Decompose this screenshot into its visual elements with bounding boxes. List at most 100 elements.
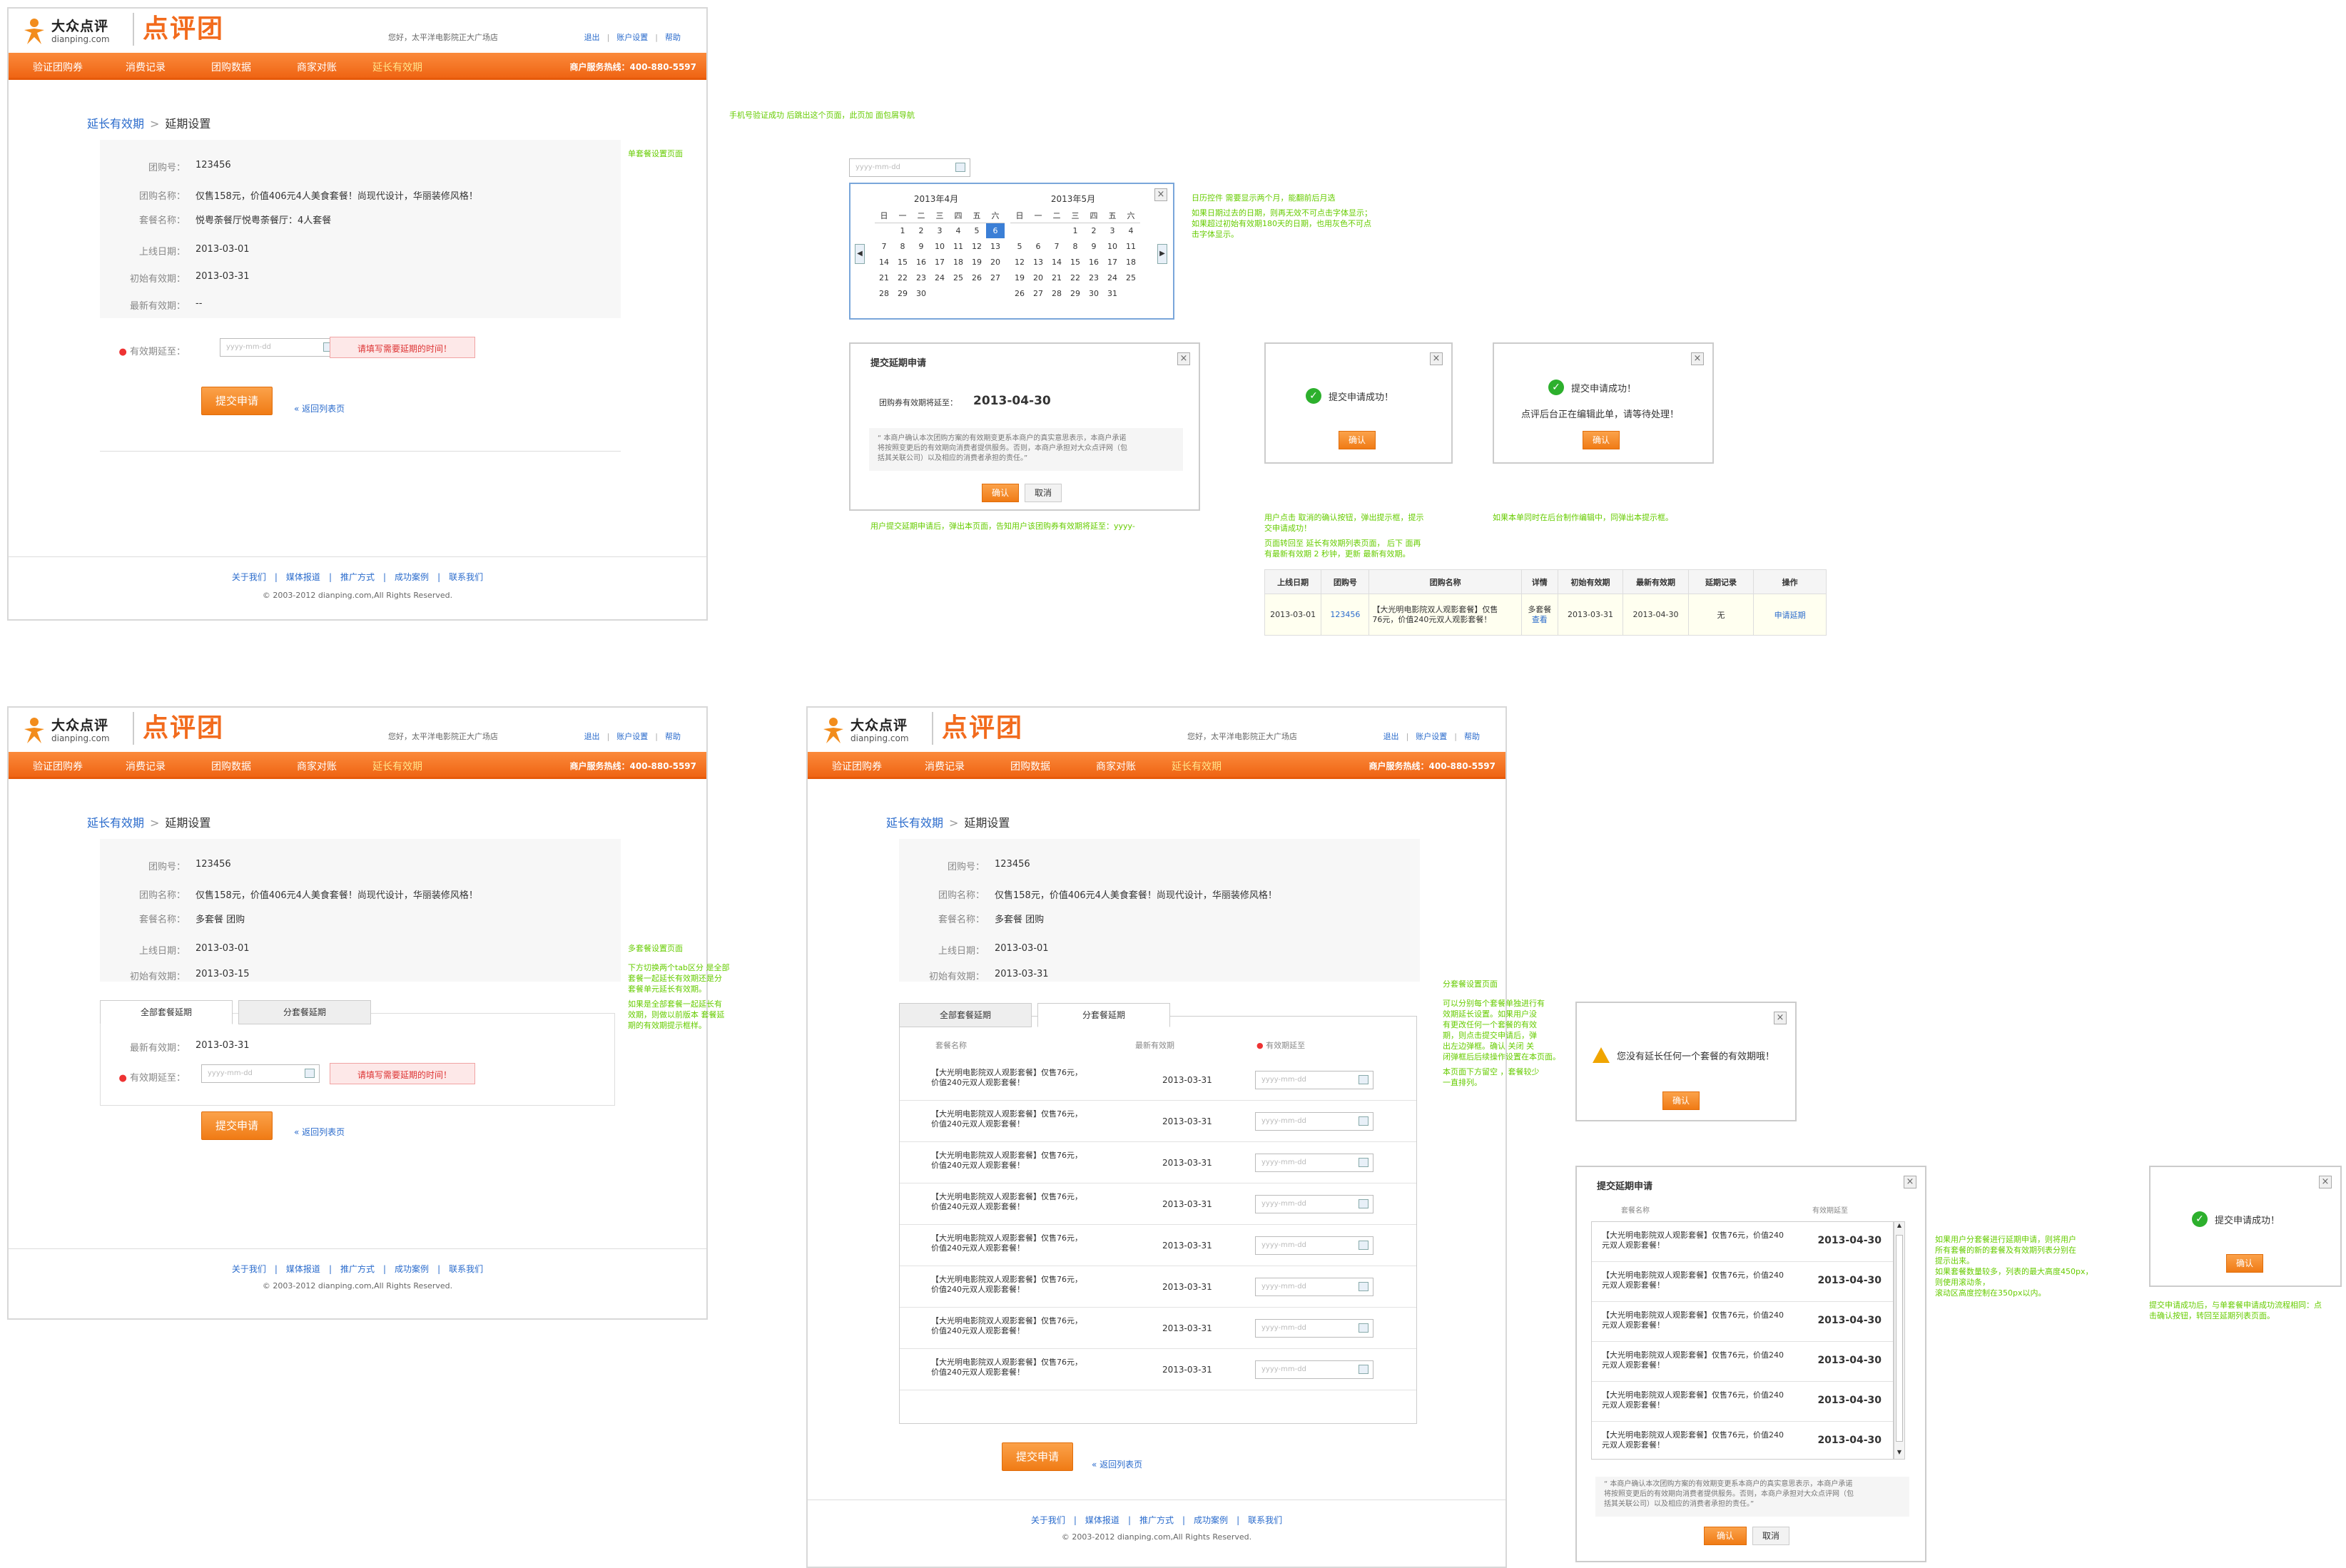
extend-date-input[interactable]: yyyy-mm-dd — [1255, 1112, 1373, 1131]
footer-contact[interactable]: 联系我们 — [1248, 1515, 1282, 1525]
calendar-day[interactable]: 2 — [1085, 223, 1103, 238]
calendar-day[interactable]: 19 — [968, 254, 986, 270]
logout-link[interactable]: 退出 — [584, 33, 600, 42]
calendar-icon[interactable] — [1359, 1323, 1368, 1333]
nav-records[interactable]: 消费记录 — [126, 60, 166, 74]
calendar-day[interactable]: 24 — [930, 270, 949, 285]
logout-link[interactable]: 退出 — [584, 732, 600, 741]
calendar-day[interactable]: 2 — [912, 223, 930, 238]
extend-date-input[interactable]: yyyy-mm-dd — [201, 1064, 320, 1083]
calendar-day[interactable]: 20 — [1029, 270, 1047, 285]
calendar-day[interactable]: 30 — [912, 285, 930, 301]
nav-verify[interactable]: 验证团购券 — [33, 60, 83, 74]
calendar-day[interactable]: 8 — [1066, 238, 1085, 254]
close-icon[interactable]: × — [2319, 1176, 2332, 1188]
calendar-day[interactable]: 20 — [986, 254, 1005, 270]
nav-records[interactable]: 消费记录 — [925, 759, 965, 773]
cell-id[interactable]: 123456 — [1321, 594, 1370, 636]
next-month-icon[interactable]: ▶ — [1157, 244, 1167, 264]
cancel-button[interactable]: 取消 — [1025, 484, 1062, 502]
calendar-icon[interactable] — [1359, 1241, 1368, 1250]
back-link[interactable]: « 返回列表页 — [294, 1126, 345, 1138]
close-icon[interactable]: × — [1691, 352, 1704, 365]
calendar-day[interactable]: 10 — [930, 238, 949, 254]
account-link[interactable]: 账户设置 — [1416, 732, 1447, 741]
calendar-icon[interactable] — [1359, 1199, 1368, 1208]
calendar-day[interactable]: 22 — [1066, 270, 1085, 285]
calendar-day[interactable]: 21 — [1047, 270, 1066, 285]
crumb-parent[interactable]: 延长有效期 — [87, 816, 144, 830]
extend-date-input[interactable]: yyyy-mm-dd — [1255, 1071, 1373, 1089]
calendar-icon[interactable] — [955, 163, 965, 172]
footer-media[interactable]: 媒体报道 — [286, 1264, 320, 1274]
calendar-day[interactable]: 5 — [968, 223, 986, 238]
calendar-day[interactable]: 13 — [986, 238, 1005, 254]
nav-verify[interactable]: 验证团购券 — [33, 759, 83, 773]
footer-media[interactable]: 媒体报道 — [1085, 1515, 1119, 1525]
scrollbar[interactable]: ▲ ▼ — [1894, 1221, 1905, 1460]
tab-all[interactable]: 全部套餐延期 — [899, 1003, 1032, 1027]
calendar-day[interactable]: 16 — [1085, 254, 1103, 270]
calendar-day[interactable]: 18 — [1122, 254, 1140, 270]
calendar-day[interactable]: 21 — [875, 270, 893, 285]
confirm-button[interactable]: 确认 — [1339, 431, 1376, 449]
calendar-day[interactable]: 14 — [1047, 254, 1066, 270]
calendar-icon[interactable] — [1359, 1158, 1368, 1167]
calendar-day[interactable]: 15 — [1066, 254, 1085, 270]
nav-records[interactable]: 消费记录 — [126, 759, 166, 773]
extend-date-input[interactable]: yyyy-mm-dd — [1255, 1195, 1373, 1213]
crumb-parent[interactable]: 延长有效期 — [886, 816, 943, 830]
calendar-day[interactable]: 3 — [930, 223, 949, 238]
footer-cases[interactable]: 成功案例 — [395, 572, 429, 582]
footer-media[interactable]: 媒体报道 — [286, 572, 320, 582]
calendar-day[interactable]: 25 — [949, 270, 968, 285]
footer-promo[interactable]: 推广方式 — [1139, 1515, 1174, 1525]
calendar-day[interactable]: 27 — [1029, 285, 1047, 301]
tab-sub[interactable]: 分套餐延期 — [238, 1000, 371, 1024]
footer-cases[interactable]: 成功案例 — [1194, 1515, 1228, 1525]
submit-button[interactable]: 提交申请 — [201, 1111, 273, 1140]
calendar-day[interactable]: 7 — [875, 238, 893, 254]
account-link[interactable]: 账户设置 — [616, 732, 648, 741]
confirm-button[interactable]: 确认 — [2226, 1254, 2263, 1273]
calendar-day[interactable]: 4 — [949, 223, 968, 238]
back-link[interactable]: « 返回列表页 — [294, 402, 345, 414]
nav-extend[interactable]: 延长有效期 — [372, 759, 422, 773]
help-link[interactable]: 帮助 — [665, 33, 681, 42]
calendar-day[interactable]: 9 — [912, 238, 930, 254]
tab-sub[interactable]: 分套餐延期 — [1037, 1003, 1170, 1027]
confirm-button[interactable]: 确认 — [1583, 431, 1620, 449]
close-icon[interactable]: × — [1154, 188, 1167, 201]
calendar-day[interactable]: 12 — [1010, 254, 1029, 270]
calendar-day[interactable]: 7 — [1047, 238, 1066, 254]
apply-extend-link[interactable]: 申请延期 — [1753, 594, 1827, 636]
footer-contact[interactable]: 联系我们 — [449, 1264, 483, 1274]
footer-about[interactable]: 关于我们 — [232, 572, 266, 582]
nav-extend[interactable]: 延长有效期 — [1172, 759, 1222, 773]
calendar-day[interactable]: 29 — [893, 285, 912, 301]
calendar-day[interactable]: 23 — [1085, 270, 1103, 285]
calendar-day[interactable]: 6 — [986, 223, 1005, 238]
extend-date-input[interactable]: yyyy-mm-dd — [1255, 1278, 1373, 1296]
crumb-parent[interactable]: 延长有效期 — [87, 117, 144, 131]
calendar-day[interactable]: 31 — [1103, 285, 1122, 301]
calendar-day[interactable]: 8 — [893, 238, 912, 254]
calendar-day[interactable]: 1 — [1066, 223, 1085, 238]
calendar-day[interactable]: 11 — [1122, 238, 1140, 254]
submit-button[interactable]: 提交申请 — [1002, 1442, 1073, 1471]
calendar-day[interactable]: 28 — [875, 285, 893, 301]
extend-date-input[interactable]: yyyy-mm-dd — [1255, 1360, 1373, 1379]
calendar-date-input[interactable]: yyyy-mm-dd — [849, 158, 970, 177]
nav-billing[interactable]: 商家对账 — [1096, 759, 1136, 773]
calendar-day[interactable]: 24 — [1103, 270, 1122, 285]
view-link[interactable]: 查看 — [1525, 615, 1555, 625]
confirm-button[interactable]: 确认 — [982, 484, 1019, 502]
calendar-day[interactable]: 29 — [1066, 285, 1085, 301]
close-icon[interactable]: × — [1774, 1012, 1787, 1024]
calendar-day[interactable]: 15 — [893, 254, 912, 270]
nav-billing[interactable]: 商家对账 — [297, 759, 337, 773]
nav-extend[interactable]: 延长有效期 — [372, 60, 422, 74]
calendar-day[interactable]: 5 — [1010, 238, 1029, 254]
extend-date-input[interactable]: yyyy-mm-dd — [1255, 1236, 1373, 1255]
footer-promo[interactable]: 推广方式 — [340, 1264, 375, 1274]
